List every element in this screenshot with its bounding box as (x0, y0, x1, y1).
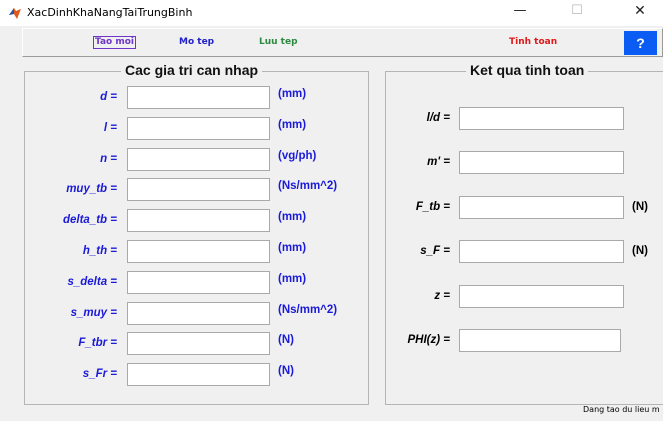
result-field[interactable] (459, 240, 624, 263)
input-field[interactable] (127, 86, 270, 109)
result-field[interactable] (459, 329, 621, 352)
close-button[interactable]: ✕ (617, 0, 663, 24)
input-label: d = (100, 91, 117, 103)
unit-label: (mm) (278, 242, 307, 254)
result-unit-label: (N) (632, 245, 648, 257)
unit-label: (mm) (278, 88, 307, 100)
input-label: n = (100, 153, 117, 165)
unit-label: (vg/ph) (278, 150, 317, 162)
input-field[interactable] (127, 117, 270, 140)
input-label: s_Fr = (82, 368, 117, 380)
unit-label: (mm) (278, 211, 307, 223)
input-field[interactable] (127, 302, 270, 325)
input-label: F_tbr = (78, 337, 117, 349)
input-field[interactable] (127, 271, 270, 294)
result-label: PHI(z) = (407, 334, 451, 346)
input-label: s_muy = (70, 307, 117, 319)
unit-label: (mm) (278, 119, 307, 131)
input-field[interactable] (127, 148, 270, 171)
tao-moi-button[interactable]: Tao moi (93, 36, 137, 49)
result-field[interactable] (459, 151, 624, 174)
minimize-button[interactable]: — (497, 0, 543, 24)
input-field[interactable] (127, 209, 270, 232)
result-label: m' = (427, 156, 450, 168)
tinh-toan-button[interactable]: Tinh toan (509, 37, 557, 47)
result-field[interactable] (459, 107, 624, 130)
result-label: s_F = (420, 245, 450, 257)
input-field[interactable] (127, 178, 270, 201)
input-field[interactable] (127, 363, 270, 386)
result-unit-label: (N) (632, 201, 648, 213)
unit-label: (mm) (278, 273, 307, 285)
input-label: delta_tb = (62, 214, 117, 226)
luu-tep-button[interactable]: Luu tep (259, 37, 298, 47)
unit-label: (N) (278, 365, 294, 377)
toolbar: Tao moi Mo tep Luu tep Tinh toan ? (22, 28, 663, 57)
result-label: z = (434, 290, 450, 302)
unit-label: (N) (278, 334, 294, 346)
help-button[interactable]: ? (624, 31, 657, 55)
result-panel-title: Ket qua tinh toan (466, 62, 589, 78)
result-field[interactable] (459, 285, 624, 308)
result-label: F_tb = (415, 201, 450, 213)
input-label: h_th = (82, 245, 117, 257)
unit-label: (Ns/mm^2) (278, 180, 338, 192)
unit-label: (Ns/mm^2) (278, 304, 338, 316)
status-text: Dang tao du lieu m (583, 405, 660, 414)
input-label: l = (103, 122, 117, 134)
title-bar: XacDinhKhaNangTaiTrungBinh — ☐ ✕ (0, 0, 663, 26)
result-field[interactable] (459, 196, 624, 219)
matlab-icon (9, 8, 21, 19)
result-label: l/d = (426, 112, 450, 124)
input-field[interactable] (127, 240, 270, 263)
maximize-button[interactable]: ☐ (554, 0, 600, 24)
mo-tep-button[interactable]: Mo tep (179, 37, 214, 47)
input-label: s_delta = (67, 276, 117, 288)
input-field[interactable] (127, 332, 270, 355)
input-panel-title: Cac gia tri can nhap (121, 62, 263, 78)
input-label: muy_tb = (66, 183, 117, 195)
window-title: XacDinhKhaNangTaiTrungBinh (27, 6, 193, 19)
app-window: XacDinhKhaNangTaiTrungBinh — ☐ ✕ Tao moi… (0, 0, 663, 421)
